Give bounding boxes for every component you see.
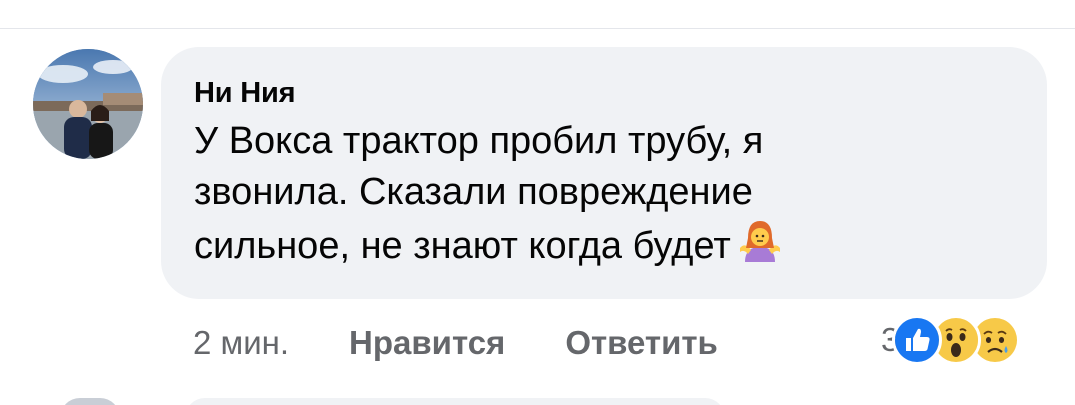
next-comment-bubble	[185, 398, 725, 405]
like-reaction-icon	[892, 315, 943, 365]
comment-text: У Вокса трактор пробил трубу, я звонила.…	[194, 120, 764, 267]
comment-author[interactable]: Ни Ния	[194, 76, 1013, 110]
reactions-summary[interactable]: 3	[881, 315, 1021, 365]
avatar[interactable]	[33, 49, 143, 159]
next-comment-avatar	[60, 398, 120, 405]
comment-thread: Ни Ния У Вокса трактор пробил трубу, я з…	[0, 0, 1075, 405]
like-button[interactable]: Нравится	[349, 324, 505, 362]
comment-bubble: Ни Ния У Вокса трактор пробил трубу, я з…	[161, 47, 1047, 299]
reply-button[interactable]: Ответить	[565, 324, 718, 362]
comment-actions: 2 мин. Нравится Ответить	[193, 318, 778, 368]
avatar-photo-icon	[33, 49, 143, 159]
comment-text-block: У Вокса трактор пробил трубу, я звонила.…	[194, 116, 874, 272]
person-shrugging-emoji-icon	[737, 218, 783, 264]
divider	[0, 28, 1075, 29]
comment-timestamp[interactable]: 2 мин.	[193, 324, 289, 362]
